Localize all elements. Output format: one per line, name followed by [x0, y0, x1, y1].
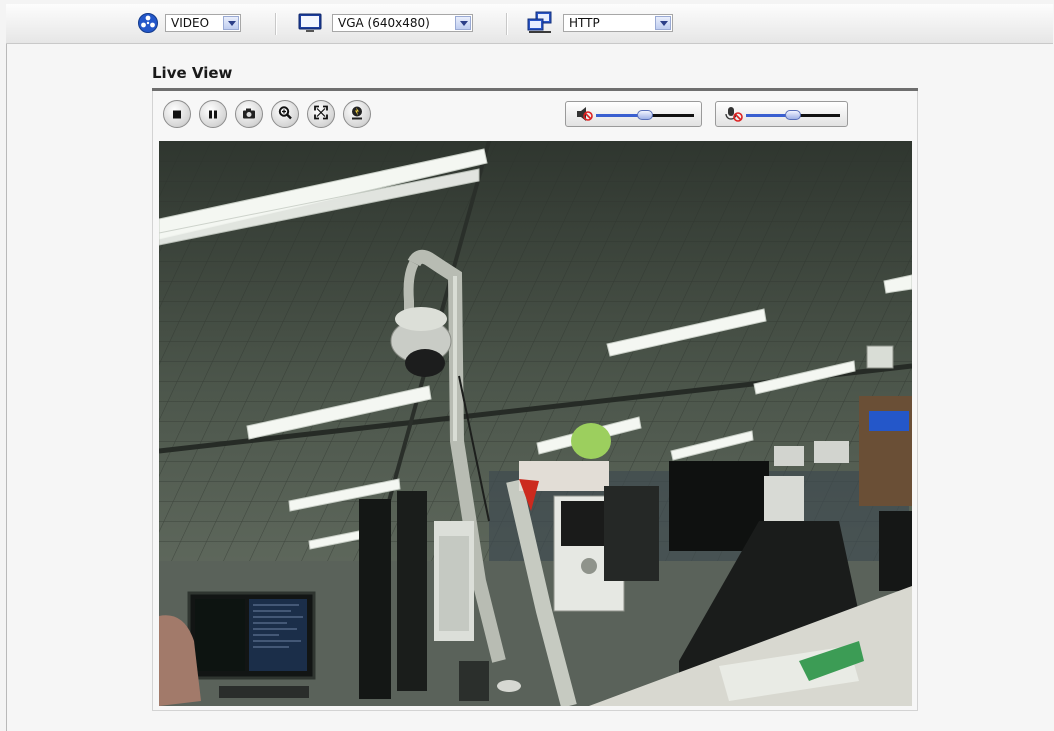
protocol-select[interactable]: HTTP — [563, 14, 673, 32]
stop-icon — [172, 105, 182, 124]
stop-button[interactable] — [163, 100, 191, 128]
stream-type-group: VIDEO — [137, 12, 241, 34]
film-reel-icon — [137, 12, 159, 34]
snapshot-button[interactable] — [235, 100, 263, 128]
record-button[interactable] — [343, 100, 371, 128]
slider-thumb[interactable] — [637, 110, 653, 120]
monitor-icon — [298, 12, 322, 34]
mic-volume-slider[interactable] — [715, 101, 848, 127]
toolbar-divider — [506, 13, 508, 35]
resolution-value: VGA (640x480) — [338, 16, 430, 30]
protocol-group: HTTP — [527, 11, 673, 35]
toolbar-divider — [275, 13, 277, 35]
pause-button[interactable] — [199, 100, 227, 128]
network-computers-icon — [527, 11, 553, 35]
speaker-muted-icon[interactable] — [575, 106, 593, 126]
live-video-feed[interactable] — [159, 141, 912, 706]
protocol-value: HTTP — [569, 16, 600, 30]
zoom-button[interactable] — [271, 100, 299, 128]
slider-thumb[interactable] — [785, 110, 801, 120]
stream-type-select[interactable]: VIDEO — [165, 14, 241, 32]
magnifier-icon — [278, 105, 292, 124]
camera-icon — [242, 105, 256, 124]
speaker-volume-slider[interactable] — [565, 101, 702, 127]
resolution-group: VGA (640x480) — [298, 12, 473, 34]
chevron-down-icon[interactable] — [655, 16, 671, 30]
fullscreen-button[interactable] — [307, 100, 335, 128]
resolution-select[interactable]: VGA (640x480) — [332, 14, 473, 32]
chevron-down-icon[interactable] — [455, 16, 471, 30]
top-toolbar: VIDEO VGA (640x480) HTTP — [6, 4, 1053, 44]
pause-icon — [208, 105, 218, 124]
microphone-muted-icon[interactable] — [725, 106, 743, 126]
fullscreen-icon — [314, 105, 328, 124]
chevron-down-icon[interactable] — [223, 16, 239, 30]
stream-type-value: VIDEO — [171, 16, 210, 30]
camera-scene — [159, 141, 912, 706]
record-icon — [350, 105, 364, 124]
page-title: Live View — [152, 64, 233, 82]
